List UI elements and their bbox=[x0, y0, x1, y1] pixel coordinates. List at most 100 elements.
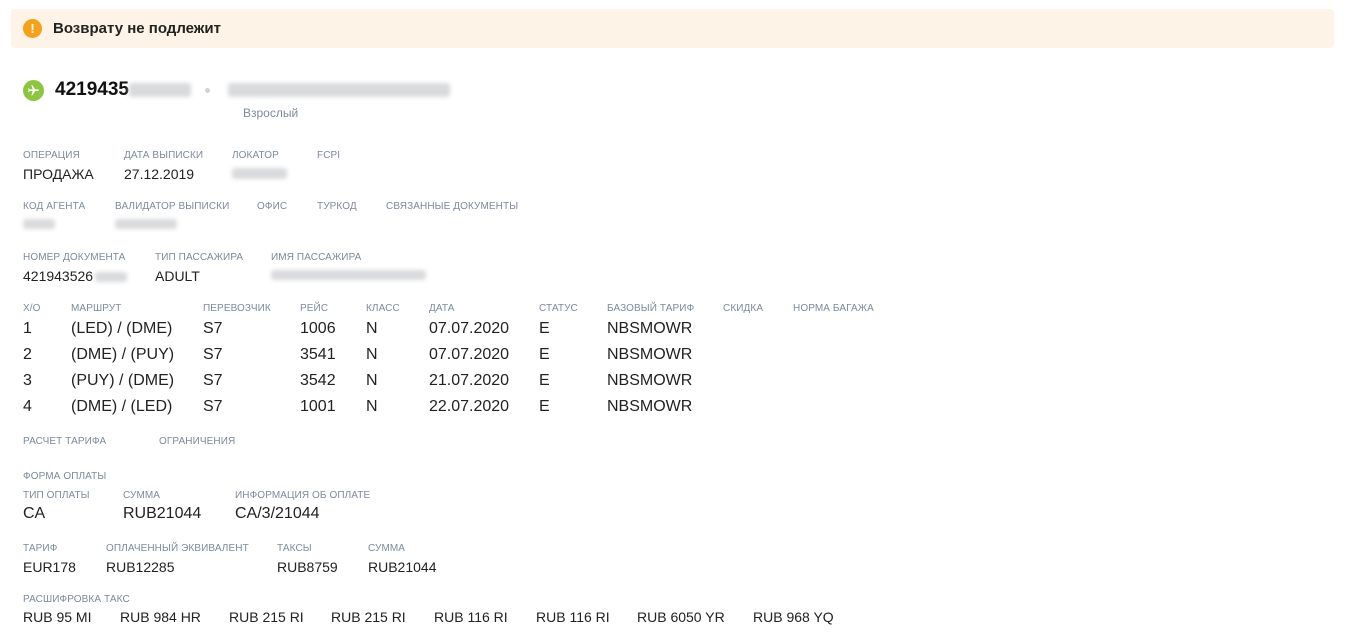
label-pax-type: ТИП ПАССАЖИРА bbox=[155, 252, 244, 263]
pax-type-value: ADULT bbox=[155, 268, 200, 284]
segment-date: 07.07.2020 bbox=[429, 346, 510, 363]
label-fare: ТАРИФ bbox=[23, 543, 58, 554]
label-restrictions: ОГРАНИЧЕНИЯ bbox=[159, 436, 236, 447]
redacted-locator bbox=[232, 168, 287, 179]
operation-value: ПРОДАЖА bbox=[23, 166, 94, 182]
label-issue-date: ДАТА ВЫПИСКИ bbox=[124, 150, 204, 161]
fare-value: EUR178 bbox=[23, 559, 76, 575]
label-office: ОФИС bbox=[257, 201, 288, 212]
segment-base-fare: NBSMOWR bbox=[607, 372, 693, 389]
tax-item: RUB 968 YQ bbox=[753, 609, 834, 625]
separator-dot bbox=[204, 87, 210, 93]
ticket-number: 4219435 bbox=[55, 79, 129, 100]
tax-item: RUB 116 RI bbox=[434, 609, 508, 625]
segment-class: N bbox=[366, 320, 378, 337]
issue-date-value: 27.12.2019 bbox=[124, 166, 195, 182]
segment-route: (DME) / (LED) bbox=[71, 398, 173, 415]
label-locator: ЛОКАТОР bbox=[232, 150, 279, 161]
segment-flight: 1006 bbox=[300, 320, 336, 337]
segment-carrier: S7 bbox=[203, 398, 223, 415]
label-payment-form: ФОРМА ОПЛАТЫ bbox=[23, 471, 107, 482]
tax-item: RUB 984 HR bbox=[120, 609, 201, 625]
segment-date: 07.07.2020 bbox=[429, 320, 510, 337]
segment-carrier: S7 bbox=[203, 372, 223, 389]
label-payment-type: ТИП ОПЛАТЫ bbox=[23, 490, 90, 501]
label-fcpi: FCPI bbox=[317, 150, 341, 161]
segment-status: E bbox=[539, 372, 550, 389]
redacted-doc-suffix bbox=[95, 272, 128, 283]
segment-status: E bbox=[539, 346, 550, 363]
segment-route: (DME) / (PUY) bbox=[71, 346, 175, 363]
redacted-validator bbox=[115, 219, 177, 229]
label-tax-breakdown: РАСШИФРОВКА ТАКС bbox=[23, 594, 130, 605]
segment-flight: 3541 bbox=[300, 346, 336, 363]
segment-base-fare: NBSMOWR bbox=[607, 320, 693, 337]
segment-carrier: S7 bbox=[203, 320, 223, 337]
redacted-agent-code bbox=[23, 219, 55, 229]
segment-status: E bbox=[539, 320, 550, 337]
label-paid-equiv: ОПЛАЧЕННЫЙ ЭКВИВАЛЕНТ bbox=[106, 543, 249, 554]
segment-date: 21.07.2020 bbox=[429, 372, 510, 389]
segment-index: 4 bbox=[23, 398, 32, 415]
banner-text: Возврату не подлежит bbox=[53, 20, 222, 37]
exclamation-icon: ! bbox=[23, 19, 42, 38]
non-refundable-banner: ! Возврату не подлежит bbox=[11, 9, 1334, 48]
tax-item: RUB 215 RI bbox=[229, 609, 304, 625]
header-carrier: ПЕРЕВОЗЧИК bbox=[203, 303, 271, 314]
label-operation: ОПЕРАЦИЯ bbox=[23, 150, 80, 161]
label-agent-code: КОД АГЕНТА bbox=[23, 201, 86, 212]
label-sum: СУММА bbox=[368, 543, 406, 554]
segment-carrier: S7 bbox=[203, 346, 223, 363]
passenger-type: Взрослый bbox=[243, 106, 299, 120]
label-related-docs: СВЯЗАННЫЕ ДОКУМЕНТЫ bbox=[386, 201, 519, 212]
segment-route: (PUY) / (DME) bbox=[71, 372, 175, 389]
segment-base-fare: NBSMOWR bbox=[607, 398, 693, 415]
label-taxes: ТАКСЫ bbox=[277, 543, 312, 554]
header-status: СТАТУС bbox=[539, 303, 578, 314]
segment-status: E bbox=[539, 398, 550, 415]
doc-number-value: 421943526 bbox=[23, 268, 128, 284]
payment-type-value: CA bbox=[23, 505, 46, 522]
ticket-header: 4219435 bbox=[23, 78, 450, 102]
segment-route: (LED) / (DME) bbox=[71, 320, 173, 337]
label-payment-info: ИНФОРМАЦИЯ ОБ ОПЛАТЕ bbox=[235, 490, 371, 501]
tax-item: RUB 116 RI bbox=[536, 609, 610, 625]
segment-index: 1 bbox=[23, 320, 32, 337]
plane-icon bbox=[23, 79, 44, 101]
taxes-value: RUB8759 bbox=[277, 559, 338, 575]
header-discount: СКИДКА bbox=[723, 303, 764, 314]
label-fare-calc: РАСЧЕТ ТАРИФА bbox=[23, 436, 107, 447]
label-doc-number: НОМЕР ДОКУМЕНТА bbox=[23, 252, 126, 263]
redacted-passenger-name bbox=[227, 83, 450, 97]
label-validator: ВАЛИДАТОР ВЫПИСКИ bbox=[115, 201, 230, 212]
label-pax-name: ИМЯ ПАССАЖИРА bbox=[271, 252, 362, 263]
doc-number-visible: 421943526 bbox=[23, 268, 94, 284]
segment-base-fare: NBSMOWR bbox=[607, 346, 693, 363]
segment-class: N bbox=[366, 346, 378, 363]
sum-value: RUB21044 bbox=[368, 559, 437, 575]
label-payment-amount: СУММА bbox=[123, 490, 161, 501]
header-date: ДАТА bbox=[429, 303, 455, 314]
header-flight: РЕЙС bbox=[300, 303, 329, 314]
redacted-ticket-suffix bbox=[128, 83, 191, 97]
segment-class: N bbox=[366, 398, 378, 415]
tax-item: RUB 95 MI bbox=[23, 609, 92, 625]
payment-amount-value: RUB21044 bbox=[123, 505, 202, 522]
redacted-pax-name bbox=[271, 270, 426, 280]
paid-equiv-value: RUB12285 bbox=[106, 559, 175, 575]
header-baggage: НОРМА БАГАЖА bbox=[793, 303, 874, 314]
segment-flight: 3542 bbox=[300, 372, 336, 389]
header-class: КЛАСС bbox=[366, 303, 400, 314]
header-xo: Х/О bbox=[23, 303, 41, 314]
payment-info-value: CA/3/21044 bbox=[235, 505, 320, 522]
segment-index: 3 bbox=[23, 372, 32, 389]
segment-date: 22.07.2020 bbox=[429, 398, 510, 415]
segment-flight: 1001 bbox=[300, 398, 336, 415]
label-tourcode: ТУРКОД bbox=[317, 201, 357, 212]
tax-item: RUB 215 RI bbox=[331, 609, 406, 625]
tax-item: RUB 6050 YR bbox=[637, 609, 725, 625]
header-base-fare: БАЗОВЫЙ ТАРИФ bbox=[607, 303, 695, 314]
segment-class: N bbox=[366, 372, 378, 389]
segment-index: 2 bbox=[23, 346, 32, 363]
header-route: МАРШРУТ bbox=[71, 303, 122, 314]
